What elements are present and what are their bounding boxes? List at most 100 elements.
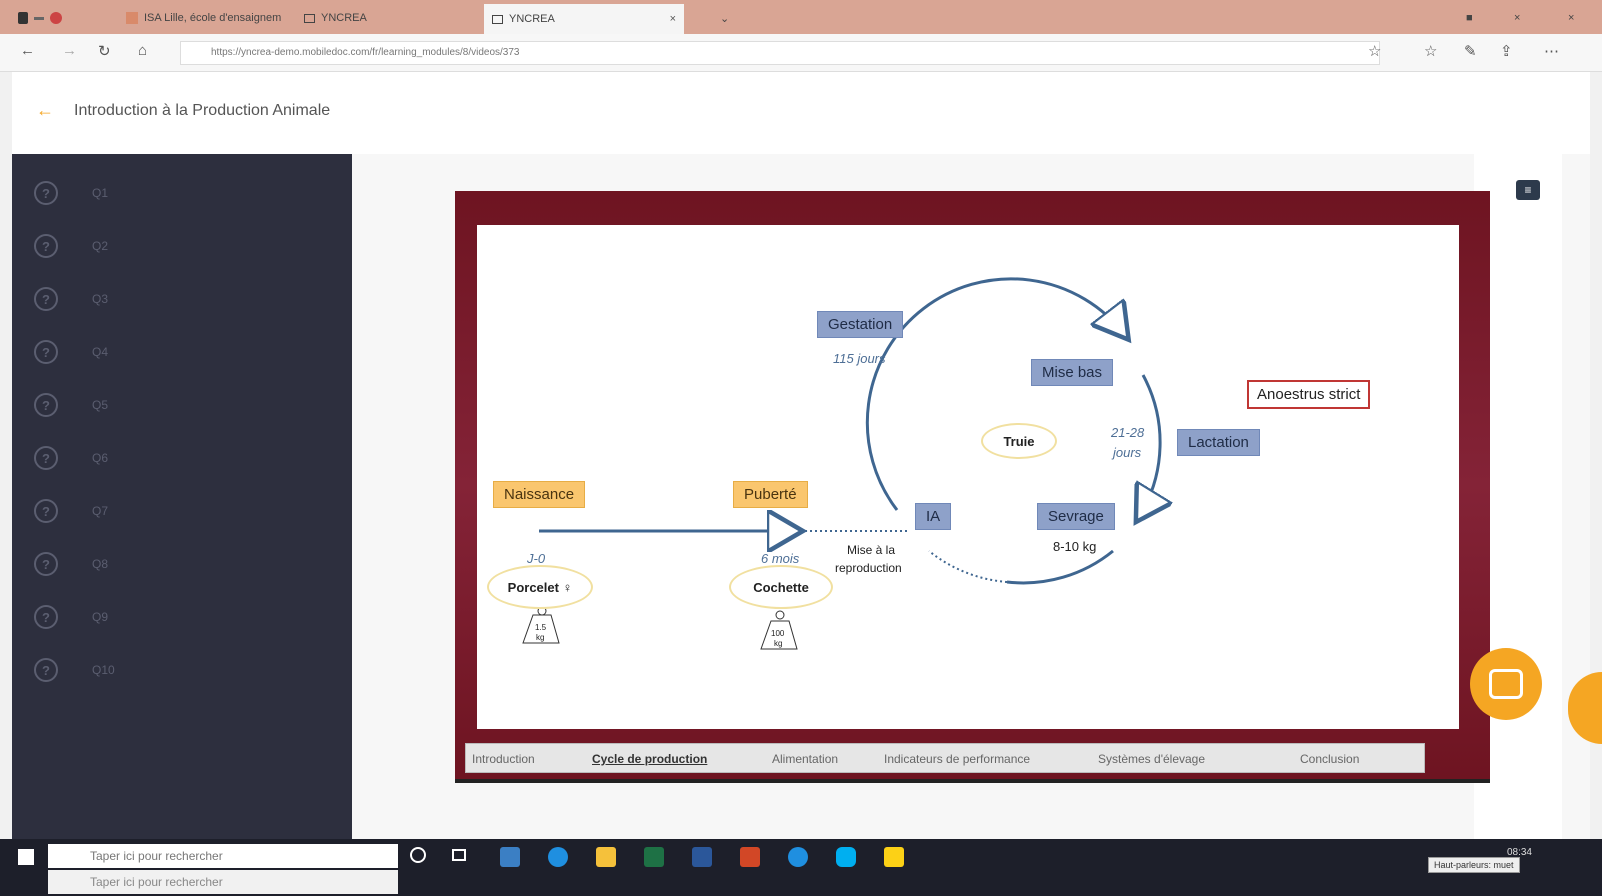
question-circle-icon: ? (34, 446, 58, 470)
pen-icon[interactable]: ✎ (1464, 42, 1477, 60)
chapter-alimentation[interactable]: Alimentation (772, 752, 838, 766)
screen: ISA Lille, école d'ensaignem YNCREA YNCR… (0, 0, 1602, 896)
sidebar-item-q9[interactable]: ? Q9 (34, 602, 108, 632)
powerpoint-icon[interactable] (740, 847, 760, 867)
question-circle-icon: ? (34, 552, 58, 576)
mise-repro-line2: reproduction (835, 561, 902, 575)
favorites-icon[interactable]: ☆ (1424, 42, 1437, 60)
lactation-duration-range: 21-28 (1111, 425, 1145, 440)
mise-repro-line1: Mise à la (847, 543, 896, 557)
url-input[interactable]: https://yncrea-demo.mobiledoc.com/fr/lea… (180, 41, 1380, 65)
sidebar-item-q5[interactable]: ? Q5 (34, 390, 108, 420)
word-icon[interactable] (692, 847, 712, 867)
question-circle-icon: ? (34, 499, 58, 523)
question-sidebar: ? Q1 ? Q2 ? Q3 ? Q4 ? Q5 ? Q6 ? Q7 ? Q8 ? Q9 ? Q10 (12, 154, 352, 839)
label-lactation: Lactation (1177, 429, 1260, 456)
arrow-left-icon[interactable]: ← (36, 100, 54, 121)
lactation-duration-unit: jours (1113, 445, 1142, 460)
chapter-cycle-production[interactable]: Cycle de production (592, 752, 707, 766)
sidebar-item-q6[interactable]: ? Q6 (34, 443, 108, 473)
refresh-icon[interactable]: ↻ (98, 42, 111, 60)
cortana-icon[interactable] (410, 847, 426, 863)
taskbar-search-input[interactable]: Taper ici pour rechercher (48, 844, 398, 868)
task-view-icon[interactable] (452, 849, 466, 861)
sidebar-item-label: Q1 (92, 186, 109, 200)
sidebar-item-q10[interactable]: ? Q10 (34, 655, 115, 685)
tab-label: YNCREA (509, 13, 555, 25)
chapter-conclusion[interactable]: Conclusion (1300, 752, 1359, 766)
back-nav-icon[interactable]: ← (20, 42, 35, 59)
sidebar-item-q2[interactable]: ? Q2 (34, 231, 108, 261)
tab-isa[interactable]: ISA Lille, école d'ensaignem (118, 5, 289, 31)
sidebar-item-label: Q2 (92, 239, 109, 253)
sidebar-item-label: Q7 (92, 504, 109, 518)
weight-cochette-unit: kg (774, 639, 783, 648)
sidebar-item-label: Q8 (92, 557, 109, 571)
production-cycle-diagram (522, 277, 1459, 650)
sidebar-item-q8[interactable]: ? Q8 (34, 549, 108, 579)
question-circle-icon: ? (34, 605, 58, 629)
oval-truie: Truie (981, 423, 1057, 459)
cycle-arc-return (1006, 549, 1114, 585)
sidebar-item-label: Q10 (92, 663, 115, 677)
volume-tooltip: Haut-parleurs: muet (1428, 857, 1520, 873)
chapter-systemes[interactable]: Systèmes d'élevage (1098, 752, 1205, 766)
tab-yncrea-active[interactable]: YNCREA × (484, 4, 684, 34)
question-circle-icon: ? (34, 234, 58, 258)
sidebar-item-label: Q4 (92, 345, 109, 359)
sidebar-item-q1[interactable]: ? Q1 (34, 178, 108, 208)
edge-browser-icon[interactable] (548, 847, 568, 867)
skype-icon[interactable] (836, 847, 856, 867)
question-circle-icon: ? (34, 340, 58, 364)
cycle-arc-gestation (865, 277, 1125, 511)
sticky-notes-icon[interactable] (884, 847, 904, 867)
bookmark-star-icon[interactable]: ☆ (1368, 42, 1381, 60)
tab-dropdown-icon[interactable]: ⌄ (712, 5, 737, 31)
tab-page-icon (304, 13, 315, 23)
cycle-arc-lactation (1139, 374, 1160, 517)
chat-bubble-icon[interactable] (1470, 648, 1542, 720)
browser-menu-icon[interactable] (18, 12, 28, 24)
edge-active-icon[interactable] (788, 847, 808, 867)
chapter-introduction[interactable]: Introduction (472, 752, 535, 766)
question-circle-icon: ? (34, 181, 58, 205)
sidebar-item-q4[interactable]: ? Q4 (34, 337, 108, 367)
file-explorer-icon[interactable] (596, 847, 616, 867)
slide-chapter-nav: Introduction Cycle de production Aliment… (465, 743, 1425, 773)
tab-yncrea-1[interactable]: YNCREA (296, 5, 375, 31)
forward-nav-icon[interactable]: → (62, 42, 77, 59)
windows-start-icon[interactable] (18, 849, 34, 865)
question-circle-icon: ? (34, 393, 58, 417)
sidebar-item-label: Q6 (92, 451, 109, 465)
share-icon[interactable]: ⇪ (1500, 42, 1513, 60)
comment-icon[interactable]: ≡ (1516, 180, 1540, 200)
puberte-age: 6 mois (761, 551, 800, 566)
tab-actions-icon[interactable] (34, 16, 44, 20)
label-gestation: Gestation (817, 311, 904, 338)
weight-cochette-value: 100 (771, 629, 785, 638)
maximize-icon[interactable]: × (1506, 5, 1528, 31)
sidebar-item-q7[interactable]: ? Q7 (34, 496, 108, 526)
question-circle-icon: ? (34, 658, 58, 682)
label-puberte: Puberté (733, 481, 808, 508)
weight-porcelet-unit: kg (536, 633, 545, 642)
tab-favicon-icon (126, 12, 138, 24)
sidebar-item-label: Q9 (92, 610, 109, 624)
close-window-icon[interactable]: × (1560, 5, 1582, 31)
label-sevrage: Sevrage (1037, 503, 1115, 530)
people-app-icon[interactable] (500, 847, 520, 867)
minimize-icon[interactable]: ■ (1458, 5, 1481, 31)
close-tab-icon[interactable]: × (670, 13, 676, 25)
chapter-indicateurs[interactable]: Indicateurs de performance (884, 752, 1030, 766)
naissance-day: J-0 (527, 551, 546, 566)
taskbar-search-input-duplicate[interactable]: Taper ici pour rechercher (48, 870, 398, 894)
oval-cochette: Cochette (729, 565, 833, 609)
more-icon[interactable]: ⋯ (1544, 42, 1559, 60)
page-title: Introduction à la Production Animale (74, 102, 331, 119)
sidebar-item-q3[interactable]: ? Q3 (34, 284, 108, 314)
video-slide-frame[interactable]: Gestation 115 jours Mise bas Lactation 2… (455, 191, 1490, 783)
oval-porcelet: Porcelet ♀ (487, 565, 593, 609)
home-icon[interactable]: ⌂ (138, 42, 147, 59)
excel-icon[interactable] (644, 847, 664, 867)
label-ia: IA (915, 503, 952, 530)
